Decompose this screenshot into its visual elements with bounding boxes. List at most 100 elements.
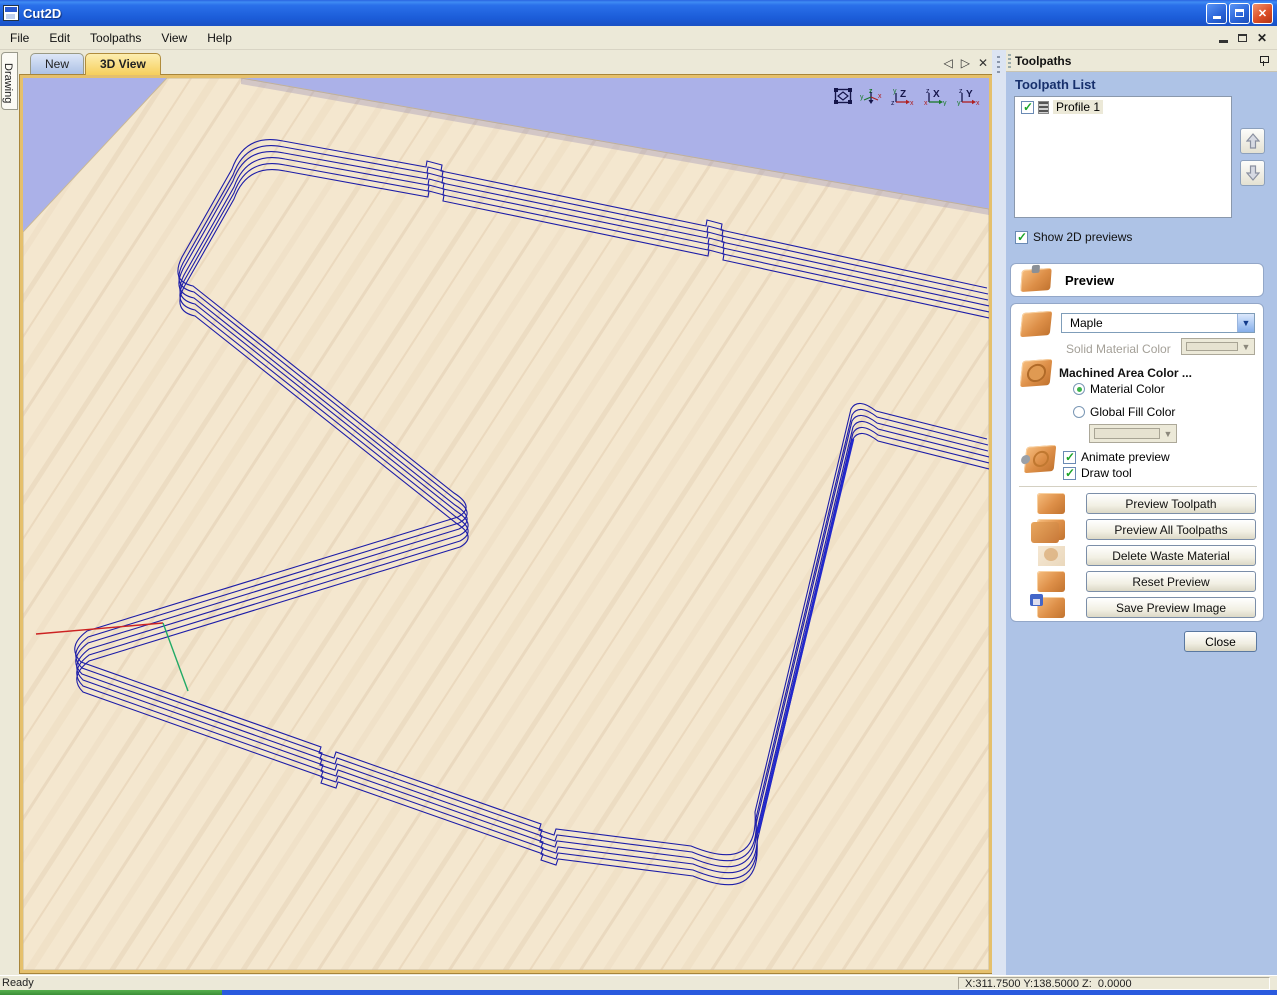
- tab-new[interactable]: New: [30, 53, 84, 75]
- mdi-minimize-icon[interactable]: [1219, 40, 1228, 43]
- axis-label-y: Y: [966, 89, 973, 100]
- toolpath-item-label[interactable]: Profile 1: [1053, 100, 1103, 114]
- main-area: New 3D View ◁ ▷ ✕: [20, 50, 992, 975]
- svg-text:x: x: [910, 100, 914, 106]
- start-button-edge[interactable]: [0, 990, 222, 995]
- machined-area-icon: [1020, 359, 1053, 387]
- menu-edit[interactable]: Edit: [39, 28, 80, 48]
- status-message: Ready: [0, 977, 34, 989]
- 3d-scene: [23, 78, 989, 970]
- solid-material-color-arrow-icon: ▼: [1238, 342, 1254, 352]
- mdi-close-icon[interactable]: ✕: [1257, 31, 1267, 45]
- tab-3d-view[interactable]: 3D View: [85, 53, 161, 75]
- view-y-icon[interactable]: z y Y x: [955, 86, 981, 106]
- move-toolpath-down-button[interactable]: [1240, 160, 1265, 186]
- panel-title: Toolpaths: [1015, 54, 1071, 68]
- svg-text:y: y: [860, 94, 864, 101]
- preview-section-icon: [1020, 268, 1051, 292]
- svg-text:y: y: [943, 100, 947, 106]
- close-panel-button[interactable]: Close: [1184, 631, 1257, 652]
- global-fill-color-radio[interactable]: [1073, 406, 1085, 418]
- menu-view[interactable]: View: [151, 28, 197, 48]
- preview-divider: [1019, 486, 1257, 487]
- draw-tool-label: Draw tool: [1081, 466, 1132, 480]
- toolpath-list-title: Toolpath List: [1015, 77, 1096, 92]
- close-window-button[interactable]: ✕: [1252, 3, 1273, 24]
- title-bar: Cut2D ✕: [0, 0, 1277, 26]
- menu-bar: File Edit Toolpaths View Help ✕: [0, 26, 1277, 50]
- menu-file[interactable]: File: [0, 28, 39, 48]
- material-select[interactable]: Maple ▼: [1061, 313, 1255, 333]
- global-fill-color-arrow-icon: ▼: [1160, 429, 1176, 439]
- preview-all-toolpaths-icon: [1037, 519, 1065, 540]
- delete-waste-material-icon: [1037, 545, 1065, 566]
- preview-section-header: Preview: [1010, 263, 1264, 297]
- zoom-fit-icon[interactable]: [833, 87, 853, 105]
- status-bar: Ready X:311.7500 Y:138.5000 Z: 0.0000: [0, 975, 1277, 990]
- axis-label-x: X: [933, 89, 940, 100]
- toolpath-list-item[interactable]: Profile 1: [1015, 97, 1231, 114]
- reset-preview-icon: [1037, 571, 1065, 592]
- solid-material-color-swatch: [1186, 342, 1238, 351]
- view-x-icon[interactable]: z x X y: [922, 86, 948, 106]
- tab-scroll-right-icon[interactable]: ▷: [961, 56, 970, 70]
- global-fill-color-picker: ▼: [1089, 424, 1177, 443]
- svg-text:x: x: [878, 93, 882, 100]
- move-toolpath-up-button[interactable]: [1240, 128, 1265, 154]
- menu-toolpaths[interactable]: Toolpaths: [80, 28, 151, 48]
- restore-button[interactable]: [1229, 3, 1250, 24]
- svg-text:y: y: [957, 100, 961, 106]
- animate-preview-checkbox[interactable]: [1063, 451, 1076, 464]
- solid-material-color-picker: ▼: [1181, 338, 1255, 355]
- wood-material-block: [23, 78, 989, 970]
- preview-panel: Maple ▼ Solid Material Color ▼ Machined …: [1010, 303, 1264, 622]
- animate-preview-icon: [1024, 445, 1057, 473]
- animate-preview-label: Animate preview: [1081, 450, 1170, 464]
- tab-scroll-left-icon[interactable]: ◁: [943, 56, 952, 70]
- preview-section-title: Preview: [1065, 273, 1114, 288]
- tab-close-icon[interactable]: ✕: [978, 56, 988, 70]
- menu-help[interactable]: Help: [197, 28, 242, 48]
- cursor-coordinates: X:311.7500 Y:138.5000 Z: 0.0000: [958, 977, 1270, 990]
- material-dropdown-arrow-icon[interactable]: ▼: [1237, 314, 1254, 332]
- material-selected-value: Maple: [1070, 316, 1103, 330]
- window-title: Cut2D: [23, 6, 61, 21]
- profile-tool-icon: [1038, 101, 1049, 114]
- mdi-restore-icon[interactable]: [1238, 34, 1247, 42]
- toolpaths-panel: Toolpaths Toolpath List Profile 1 Show 2…: [1006, 50, 1277, 975]
- machined-area-color-label: Machined Area Color ...: [1059, 366, 1192, 380]
- view-orientation-toolbar: z y x y z Z x: [833, 86, 981, 106]
- global-fill-color-radio-label: Global Fill Color: [1090, 405, 1175, 419]
- toolpaths-panel-header: Toolpaths: [1006, 50, 1277, 72]
- svg-text:z: z: [891, 100, 895, 106]
- material-color-radio-label: Material Color: [1090, 382, 1165, 396]
- panel-drag-grip[interactable]: [1008, 54, 1011, 68]
- delete-waste-material-button[interactable]: Delete Waste Material: [1086, 545, 1256, 566]
- save-preview-image-button[interactable]: Save Preview Image: [1086, 597, 1256, 618]
- svg-text:x: x: [976, 100, 980, 106]
- toolpath-list[interactable]: Profile 1: [1014, 96, 1232, 218]
- global-fill-color-swatch: [1094, 428, 1160, 438]
- preview-toolpath-button[interactable]: Preview Toolpath: [1086, 493, 1256, 514]
- pin-icon[interactable]: [1259, 55, 1269, 67]
- toolpath-visible-checkbox[interactable]: [1021, 101, 1034, 114]
- preview-all-toolpaths-button[interactable]: Preview All Toolpaths: [1086, 519, 1256, 540]
- material-color-radio[interactable]: [1073, 383, 1085, 395]
- tab-strip: New 3D View ◁ ▷ ✕: [20, 50, 992, 75]
- 3d-viewport[interactable]: z y x y z Z x: [20, 75, 992, 973]
- solid-material-color-label: Solid Material Color: [1066, 342, 1171, 356]
- show-2d-previews-label: Show 2D previews: [1033, 230, 1132, 244]
- taskbar-edge[interactable]: [0, 990, 1277, 995]
- show-2d-previews-checkbox[interactable]: [1015, 231, 1028, 244]
- draw-tool-checkbox[interactable]: [1063, 467, 1076, 480]
- view-isometric-icon[interactable]: z y x: [860, 86, 882, 106]
- reset-preview-button[interactable]: Reset Preview: [1086, 571, 1256, 592]
- preview-toolpath-icon: [1037, 493, 1065, 514]
- panel-splitter[interactable]: [992, 50, 1006, 975]
- app-icon: [3, 5, 19, 21]
- save-preview-image-icon: [1037, 597, 1065, 618]
- view-z-down-icon[interactable]: y z Z x: [889, 86, 915, 106]
- tab-drawing[interactable]: Drawing: [1, 52, 18, 110]
- minimize-button[interactable]: [1206, 3, 1227, 24]
- svg-text:x: x: [924, 100, 928, 106]
